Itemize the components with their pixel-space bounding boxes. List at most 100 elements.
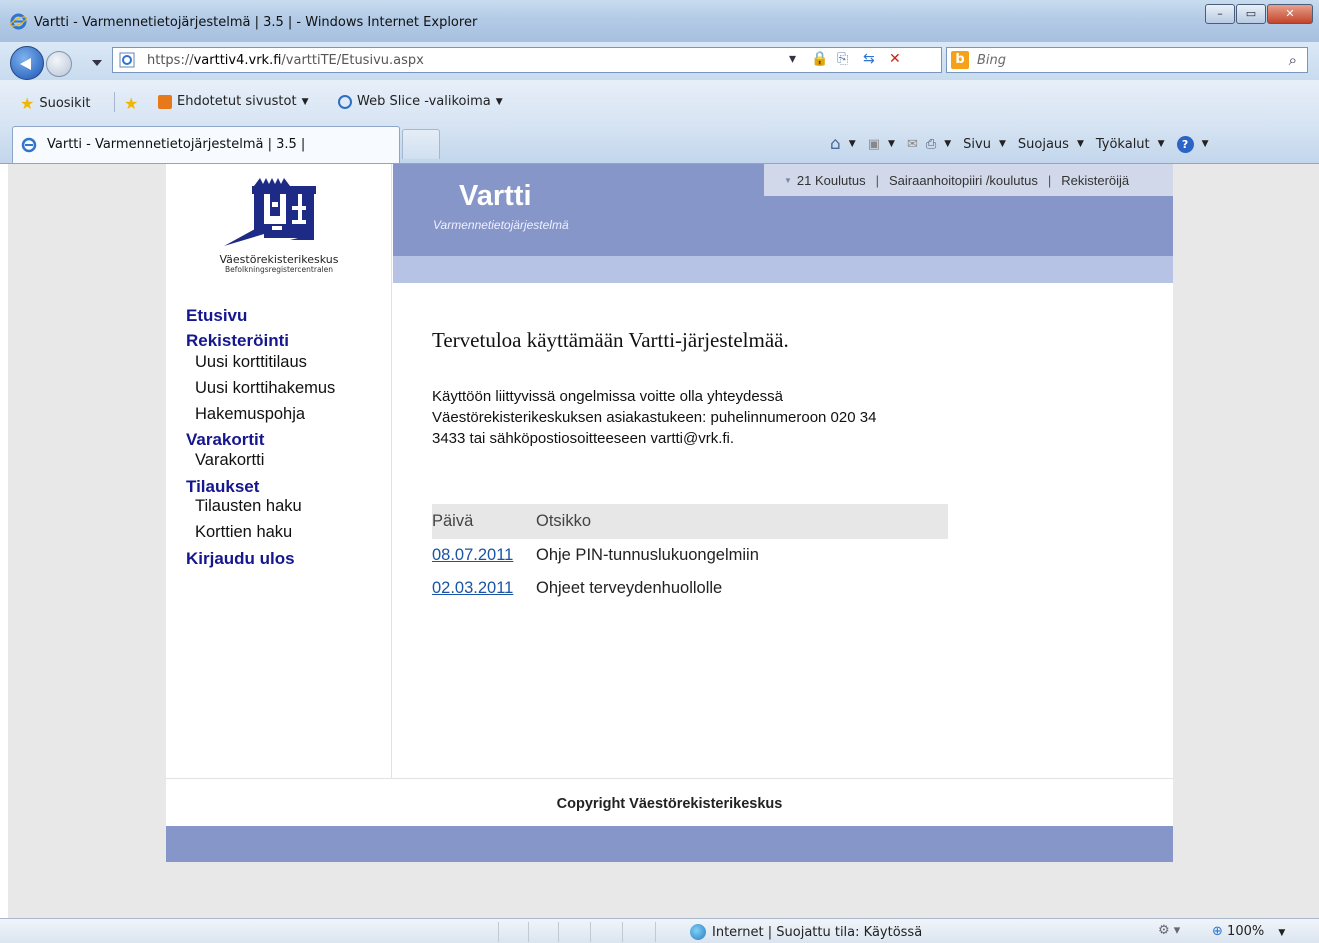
favorites-bar: ★ Suosikit ★ Ehdotetut sivustot ▼ Web Sl… <box>0 80 1319 124</box>
chevron-down-icon[interactable]: ▼ <box>1158 139 1165 149</box>
suggested-sites-button[interactable]: Ehdotetut sivustot ▼ <box>158 94 308 109</box>
nav-card-search[interactable]: Korttien haku <box>195 523 292 542</box>
search-placeholder: Bing <box>977 53 1007 68</box>
sidebar-nav: Etusivu Rekisteröinti Uusi korttitilaus … <box>166 286 392 778</box>
user-role: Rekisteröijä <box>1061 172 1130 188</box>
web-slice-button[interactable]: Web Slice -valikoima ▼ <box>338 94 503 109</box>
address-bar[interactable]: https://varttiv4.vrk.fi/varttiTE/Etusivu… <box>112 47 942 73</box>
tab-bar: Vartti - Varmennetietojärjestelmä | 3.5 … <box>0 124 1319 164</box>
nav-orders[interactable]: Tilaukset <box>186 477 259 497</box>
star-icon: ★ <box>20 94 35 113</box>
vrk-logo-icon <box>224 178 316 246</box>
favorites-button[interactable]: ★ Suosikit <box>20 94 90 113</box>
compatibility-view-icon[interactable]: ⎘ <box>837 51 848 67</box>
vrk-logo-area: Väestörekisterikeskus Befolkningsregiste… <box>166 164 392 286</box>
status-divider <box>655 922 656 942</box>
chevron-down-icon[interactable]: ▼ <box>1077 139 1084 149</box>
forward-button[interactable] <box>46 51 72 77</box>
minimize-button[interactable]: – <box>1205 4 1235 24</box>
search-icon[interactable]: ⌕ <box>1289 51 1297 69</box>
table-row: 08.07.2011 Ohje PIN-tunnuslukuongelmiin <box>432 539 948 572</box>
chevron-down-icon[interactable]: ▼ <box>849 139 856 149</box>
chevron-down-icon[interactable]: ▼ <box>1202 139 1209 149</box>
support-info: Käyttöön liittyvissä ongelmissa voitte o… <box>432 386 952 449</box>
organization-unit: Sairaanhoitopiiri /koulutus <box>888 172 1038 188</box>
status-divider <box>590 922 591 942</box>
add-favorite-button[interactable]: ★ <box>124 94 138 113</box>
lock-icon[interactable]: 🔒 <box>811 51 828 67</box>
chevron-down-icon[interactable]: ▼ <box>784 176 792 185</box>
refresh-icon[interactable]: ⇆ <box>863 51 875 67</box>
status-divider <box>558 922 559 942</box>
separator: | <box>875 172 879 188</box>
window-titlebar: Vartti - Varmennetietojärjestelmä | 3.5 … <box>0 0 1319 42</box>
tab-vartti[interactable]: Vartti - Varmennetietojärjestelmä | 3.5 … <box>12 126 400 163</box>
help-icon[interactable]: ? <box>1176 135 1194 153</box>
news-title: Ohje PIN-tunnuslukuongelmiin <box>536 546 759 564</box>
feeds-icon[interactable]: ▣ <box>868 137 880 152</box>
tools-menu[interactable]: Työkalut <box>1096 137 1150 152</box>
nav-logout[interactable]: Kirjaudu ulos <box>186 549 295 569</box>
app-tagline: Varmennetietojärjestelmä <box>433 218 569 232</box>
news-table: Päivä Otsikko 08.07.2011 Ohje PIN-tunnus… <box>432 504 948 605</box>
support-info-line: 3433 tai sähköpostiosoitteeseen vartti@v… <box>432 430 735 447</box>
organization-selector[interactable]: 21 Koulutus <box>797 173 866 188</box>
web-slice-label: Web Slice -valikoima <box>357 94 491 109</box>
search-box[interactable]: b Bing ⌕ <box>946 47 1308 73</box>
home-icon[interactable]: ⌂ <box>830 134 841 154</box>
browser-viewport: Väestörekisterikeskus Befolkningsregiste… <box>8 164 1319 918</box>
header-banner: Vartti Varmennetietojärjestelmä ▼ 21 Kou… <box>393 164 1173 256</box>
chevron-down-icon[interactable]: ▼ <box>888 139 895 149</box>
chevron-down-icon[interactable]: ▼ <box>999 139 1006 149</box>
history-dropdown-icon[interactable] <box>92 60 102 66</box>
column-header-title: Otsikko <box>536 512 592 530</box>
close-button[interactable]: ✕ <box>1267 4 1313 24</box>
nav-registration[interactable]: Rekisteröinti <box>186 331 289 351</box>
nav-order-search[interactable]: Tilausten haku <box>195 497 302 516</box>
safety-menu[interactable]: Suojaus <box>1018 137 1069 152</box>
window-title: Vartti - Varmennetietojärjestelmä | 3.5 … <box>34 15 478 30</box>
page-icon <box>119 52 135 68</box>
footer: Copyright Väestörekisterikeskus <box>166 778 1173 826</box>
logo-subtitle: Befolkningsregistercentralen <box>225 265 333 274</box>
nav-spare-card[interactable]: Varakortti <box>195 451 264 470</box>
main-content: Tervetuloa käyttämään Vartti-järjestelmä… <box>393 286 1173 778</box>
user-context-bar: ▼ 21 Koulutus | Sairaanhoitopiiri /koulu… <box>764 164 1173 196</box>
ie-page-icon <box>21 137 37 153</box>
page-menu[interactable]: Sivu <box>963 137 991 152</box>
protected-mode-icon[interactable]: ⚙ ▾ <box>1158 923 1180 938</box>
nav-home[interactable]: Etusivu <box>186 306 247 326</box>
copyright-text: Copyright Väestörekisterikeskus <box>556 796 783 812</box>
news-date-link[interactable]: 02.03.2011 <box>432 579 536 598</box>
separator <box>114 92 115 112</box>
welcome-heading: Tervetuloa käyttämään Vartti-järjestelmä… <box>432 328 789 352</box>
url-text[interactable]: https://varttiv4.vrk.fi/varttiTE/Etusivu… <box>147 53 424 68</box>
status-divider <box>498 922 499 942</box>
nav-application-template[interactable]: Hakemuspohja <box>195 405 305 424</box>
back-button[interactable] <box>10 46 44 80</box>
security-zone[interactable]: Internet | Suojattu tila: Käytössä <box>690 924 922 940</box>
web-slice-icon <box>338 94 352 109</box>
column-header-date: Päivä <box>432 512 474 530</box>
separator: | <box>1047 172 1052 188</box>
page-container: Väestörekisterikeskus Befolkningsregiste… <box>166 164 1173 862</box>
stop-icon[interactable]: ✕ <box>889 51 901 67</box>
nav-new-card-application[interactable]: Uusi korttihakemus <box>195 379 335 398</box>
suggested-sites-icon <box>158 94 172 109</box>
new-tab-button[interactable] <box>402 129 440 159</box>
print-icon[interactable]: ⎙ <box>926 137 936 152</box>
maximize-button[interactable]: ▭ <box>1236 4 1266 24</box>
nav-new-card-order[interactable]: Uusi korttitilaus <box>195 353 307 372</box>
ie-logo-icon <box>10 13 27 30</box>
address-toolbar: https://varttiv4.vrk.fi/varttiTE/Etusivu… <box>0 42 1319 80</box>
tab-label: Vartti - Varmennetietojärjestelmä | 3.5 … <box>47 137 306 152</box>
zoom-control[interactable]: ⊕ 100% ▼ <box>1212 924 1285 939</box>
globe-icon <box>690 924 706 940</box>
mail-icon[interactable]: ✉ <box>907 137 918 152</box>
app-brand: Vartti <box>459 180 532 212</box>
news-date-link[interactable]: 08.07.2011 <box>432 546 536 565</box>
chevron-down-icon[interactable]: ▼ <box>944 139 951 149</box>
address-dropdown-icon[interactable]: ▾ <box>789 51 796 67</box>
support-info-line: Väestörekisterikeskuksen asiakastukeen: … <box>432 409 877 426</box>
nav-spare-cards[interactable]: Varakortit <box>186 430 264 450</box>
